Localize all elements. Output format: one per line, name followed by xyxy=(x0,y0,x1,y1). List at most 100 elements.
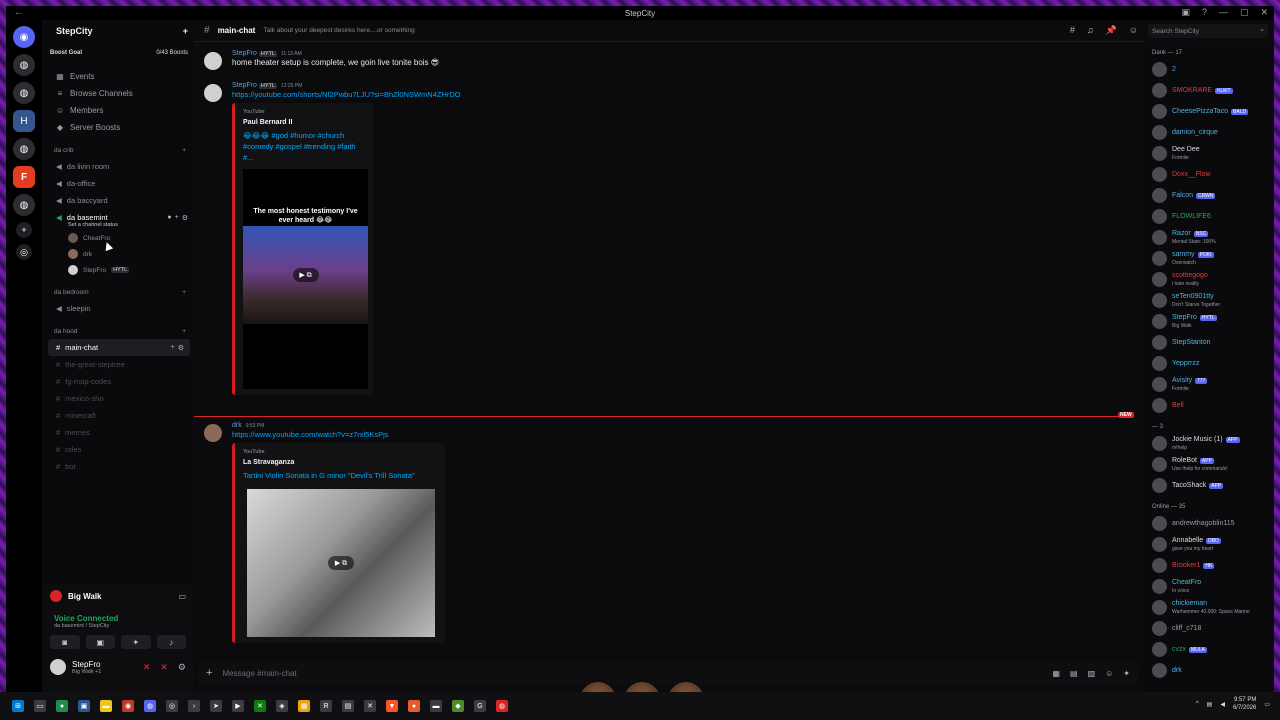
app-icon[interactable]: ● xyxy=(56,700,68,712)
app-icon[interactable]: ▶ xyxy=(232,700,244,712)
server-icon[interactable]: ◍ xyxy=(13,54,35,76)
network-icon[interactable]: ▤ xyxy=(1207,701,1213,708)
upload-icon[interactable]: + xyxy=(206,667,212,679)
start-icon[interactable]: ⊞ xyxy=(12,700,24,712)
member-item[interactable]: cvzx MULA xyxy=(1144,639,1274,660)
server-header[interactable]: StepCity + xyxy=(42,20,194,42)
author-name[interactable]: drk xyxy=(232,422,242,429)
threads-icon[interactable]: # xyxy=(1070,25,1075,36)
discover-icon[interactable]: ◎ xyxy=(16,244,32,260)
taskview-icon[interactable]: ▭ xyxy=(34,700,46,712)
notification-icon[interactable]: ▭ xyxy=(1264,701,1270,708)
member-item[interactable]: seTen0901tty Don't Starve Together xyxy=(1144,290,1274,311)
app-icon[interactable]: ✕ xyxy=(364,700,376,712)
text-channel[interactable]: # roles xyxy=(42,441,194,458)
author-name[interactable]: StepFro xyxy=(232,82,257,89)
category-da-hood[interactable]: da hood + xyxy=(42,323,194,339)
voice-user[interactable]: CheatFro xyxy=(42,230,194,246)
screen-icon[interactable]: ▭ xyxy=(178,592,186,601)
channel-status-hint[interactable]: Set a channel status xyxy=(42,222,194,228)
soundboard-button[interactable]: ♪ xyxy=(156,635,186,649)
member-item[interactable]: RoleBot APP Use /help for commands! xyxy=(1144,454,1274,475)
avatar[interactable] xyxy=(204,84,222,102)
volume-icon[interactable]: ◀ xyxy=(1220,701,1225,708)
settings-icon[interactable]: ⚙ xyxy=(178,344,184,352)
browser-icon[interactable]: ▼ xyxy=(386,700,398,712)
server-icon[interactable]: ◍ xyxy=(13,194,35,216)
add-channel-icon[interactable]: + xyxy=(182,289,186,296)
member-item[interactable]: 2 xyxy=(1144,59,1274,80)
server-icon[interactable]: ◍ xyxy=(13,82,35,104)
clock[interactable]: 9:57 PM 6/7/2026 xyxy=(1233,696,1256,712)
member-item[interactable]: Brooker1 HK xyxy=(1144,555,1274,576)
server-icon[interactable]: F xyxy=(13,166,35,188)
add-server-icon[interactable]: + xyxy=(16,222,32,238)
pin-icon[interactable]: 📌 xyxy=(1106,25,1117,36)
embed-title[interactable]: 😂😂😂 #god #humor #church #comedy #gospel … xyxy=(243,130,365,163)
author-name[interactable]: StepFro xyxy=(232,50,257,57)
nav-events[interactable]: ▦ Events xyxy=(42,68,194,85)
text-channel[interactable]: # mexico-sho xyxy=(42,390,194,407)
inbox-icon[interactable]: ▣ xyxy=(1181,7,1190,18)
add-channel-icon[interactable]: + xyxy=(182,328,186,335)
app-icon[interactable]: ▬ xyxy=(430,700,442,712)
deafen-icon[interactable]: ✕ xyxy=(160,662,168,673)
invite-icon[interactable]: + xyxy=(171,344,175,352)
chat-icon[interactable]: ● xyxy=(167,214,171,222)
voice-channel[interactable]: ◀ da livin room xyxy=(42,158,194,175)
chevron-up-icon[interactable]: ^ xyxy=(1196,701,1199,707)
text-channel[interactable]: # minecraft xyxy=(42,407,194,424)
voice-channel[interactable]: ◀ da-office xyxy=(42,175,194,192)
boost-goal[interactable]: Boost Goal 0/43 Boosts xyxy=(50,46,188,60)
text-channel[interactable]: # the-great-steptree xyxy=(42,356,194,373)
app-icon[interactable]: ◉ xyxy=(122,700,134,712)
nav-browse-channels[interactable]: ≡ Browse Channels xyxy=(42,85,194,102)
text-channel[interactable]: # fg-map-codes xyxy=(42,373,194,390)
activities-button[interactable]: ✦ xyxy=(121,635,151,649)
play-icon[interactable]: ▶ ⧉ xyxy=(292,268,319,282)
member-item[interactable]: CheesePizzaTaco BALD xyxy=(1144,101,1274,122)
app-icon[interactable]: ▤ xyxy=(342,700,354,712)
embed-author[interactable]: La Stravaganza xyxy=(243,459,437,466)
user-settings-icon[interactable]: ⚙ xyxy=(178,662,186,673)
back-arrow-icon[interactable]: ← xyxy=(14,7,24,18)
message-link[interactable]: https://youtube.com/shorts/Nf2Pwbu7LJU?s… xyxy=(232,90,1132,99)
member-item[interactable]: TacoShack APP xyxy=(1144,475,1274,496)
server-icon[interactable]: ◍ xyxy=(13,138,35,160)
text-channel-active[interactable]: # main-chat + ⚙ xyxy=(48,339,190,356)
folder-icon[interactable]: ▬ xyxy=(100,700,112,712)
settings-icon[interactable]: ⚙ xyxy=(182,214,188,222)
invite-icon[interactable]: + xyxy=(175,214,179,222)
app-icon[interactable]: G xyxy=(474,700,486,712)
maximize-icon[interactable]: ▢ xyxy=(1240,7,1249,18)
member-item[interactable]: SMOKRARE KLWT xyxy=(1144,80,1274,101)
mute-mic-icon[interactable]: ✕ xyxy=(143,662,151,673)
notifications-icon[interactable]: ♫ xyxy=(1087,25,1094,36)
member-item[interactable]: Razor NSC Mental State: 100% xyxy=(1144,227,1274,248)
app-icon[interactable]: ◆ xyxy=(452,700,464,712)
screen-share-button[interactable]: ▣ xyxy=(85,635,115,649)
message-composer[interactable]: + Message #main-chat ▦ ▤ ▧ ☺ ✦ xyxy=(198,662,1138,684)
activity-row[interactable]: Big Walk ▭ xyxy=(42,586,194,606)
category-da-bedroom[interactable]: da bedroom + xyxy=(42,284,194,300)
add-member-icon[interactable]: + xyxy=(183,26,188,36)
camera-button[interactable]: ◙ xyxy=(50,635,80,649)
member-item[interactable]: Yepprrzz xyxy=(1144,353,1274,374)
text-channel[interactable]: # bot xyxy=(42,458,194,475)
video-thumbnail[interactable]: The most honest testimony I've ever hear… xyxy=(243,169,368,389)
close-icon[interactable]: ✕ xyxy=(1260,7,1268,18)
emoji-icon[interactable]: ☺ xyxy=(1105,669,1113,678)
embed-author[interactable]: Paul Bernard II xyxy=(243,119,365,126)
voice-user[interactable]: drk xyxy=(42,246,194,262)
member-item[interactable]: sammy POKI Overwatch xyxy=(1144,248,1274,269)
member-item[interactable]: andrewthagoblin115 xyxy=(1144,513,1274,534)
member-item[interactable]: StepFro HYTL Big Walk xyxy=(1144,311,1274,332)
nav-server-boosts[interactable]: ◆ Server Boosts xyxy=(42,119,194,136)
app-icon[interactable]: ◎ xyxy=(166,700,178,712)
play-icon[interactable]: ▶ ⧉ xyxy=(328,556,354,570)
text-channel[interactable]: # memes xyxy=(42,424,194,441)
sticker-icon[interactable]: ▧ xyxy=(1088,669,1096,678)
nav-members[interactable]: ☺ Members xyxy=(42,102,194,119)
member-item[interactable]: damion_cirque xyxy=(1144,122,1274,143)
member-item[interactable]: StepStanton xyxy=(1144,332,1274,353)
